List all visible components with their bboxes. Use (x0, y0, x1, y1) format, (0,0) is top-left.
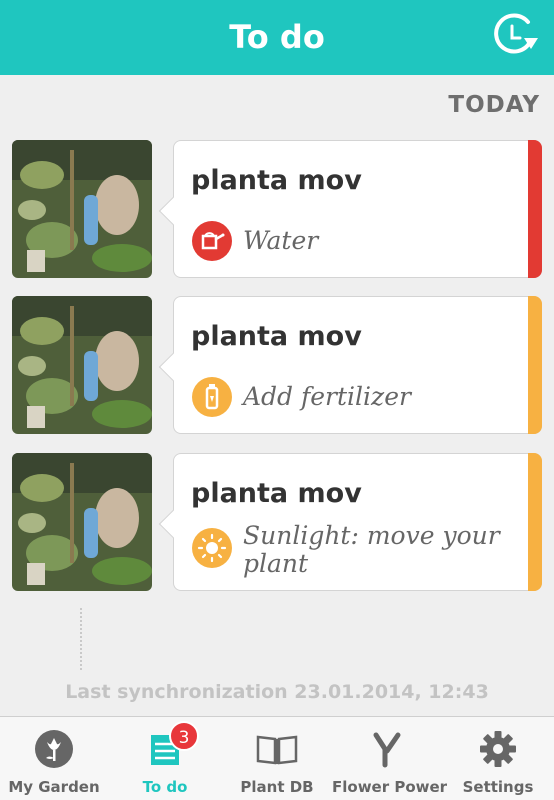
task-item[interactable]: planta mov Water (0, 140, 554, 280)
last-sync-text: Last synchronization 23.01.2014, 12:43 (65, 681, 489, 703)
task-action: Water (243, 226, 319, 255)
clock-refresh-icon[interactable] (488, 12, 540, 60)
plant-name: planta mov (191, 165, 362, 196)
card-pointer (158, 509, 188, 539)
tab-label: Settings (462, 778, 534, 796)
priority-stripe (528, 140, 542, 278)
gear-icon (478, 729, 518, 773)
tab-settings[interactable]: Settings (442, 717, 554, 800)
task-card[interactable]: planta mov Add fertilizer (158, 296, 542, 434)
plant-name: planta mov (191, 478, 362, 509)
tab-bar: My Garden 3 To do Plant DB Flower Power … (0, 716, 554, 800)
priority-stripe (528, 296, 542, 434)
timeline-dots (80, 608, 82, 670)
page-title: To do (229, 18, 325, 56)
todo-count-badge: 3 (169, 721, 199, 751)
card-pointer (158, 352, 188, 382)
card-pointer (158, 196, 188, 226)
fertilizer-bottle-icon (192, 377, 232, 417)
task-item[interactable]: planta mov Add fertilizer (0, 296, 554, 436)
plant-thumbnail (12, 140, 152, 278)
header-bar: To do (0, 0, 554, 75)
task-card[interactable]: planta mov Sunlight: move your plant (158, 453, 542, 591)
priority-stripe (528, 453, 542, 591)
tab-label: Plant DB (240, 778, 314, 796)
task-action: Add fertilizer (243, 382, 411, 411)
tab-to-do[interactable]: 3 To do (108, 717, 222, 800)
open-book-icon (255, 729, 299, 773)
y-sensor-icon (372, 729, 402, 773)
task-item[interactable]: planta mov Sunlight: move your plant (0, 453, 554, 593)
task-card[interactable]: planta mov Water (158, 140, 542, 278)
plant-name: planta mov (191, 321, 362, 352)
section-label-today: TODAY (448, 92, 540, 118)
tab-flower-power[interactable]: Flower Power (332, 717, 448, 800)
watering-can-icon (192, 221, 232, 261)
plant-thumbnail (12, 296, 152, 434)
flower-circle-icon (34, 729, 74, 773)
tab-label: Flower Power (332, 778, 448, 796)
tab-label: To do (142, 778, 188, 796)
sun-icon (192, 528, 232, 568)
tab-plant-db[interactable]: Plant DB (222, 717, 332, 800)
tab-my-garden[interactable]: My Garden (0, 717, 108, 800)
plant-thumbnail (12, 453, 152, 591)
task-action: Sunlight: move your plant (243, 521, 500, 578)
tab-label: My Garden (8, 778, 100, 796)
